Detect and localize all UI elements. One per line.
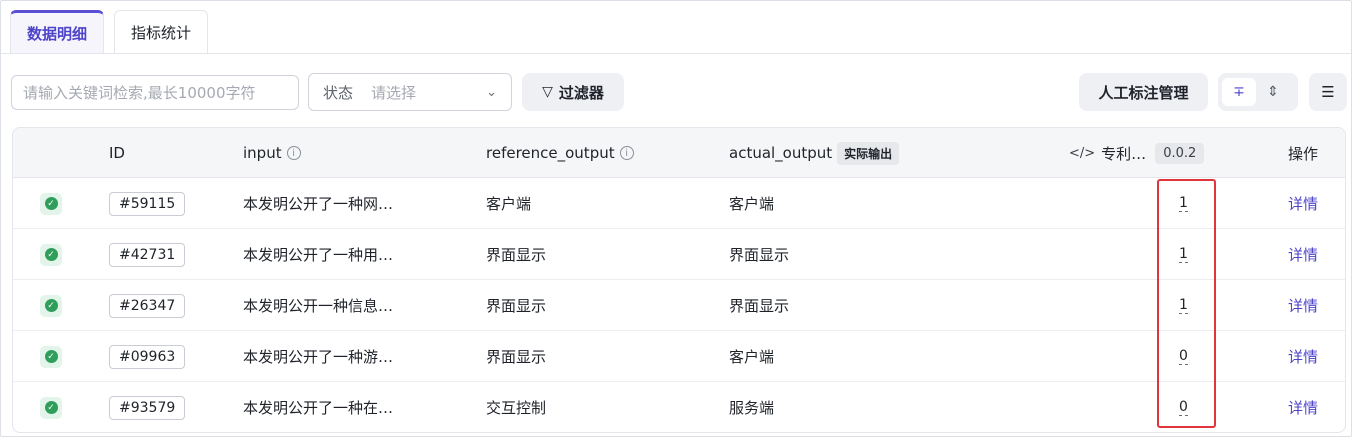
column-settings-icon: ☰ bbox=[1321, 83, 1335, 101]
header-reference-output: reference_output i bbox=[486, 128, 634, 178]
check-circle-icon: ✓ bbox=[40, 345, 62, 368]
row-input: 本发明公开了一种游… bbox=[243, 348, 394, 366]
row-reference-output: 界面显示 bbox=[486, 348, 547, 366]
row-reference-output: 客户端 bbox=[486, 195, 532, 213]
row-reference-output: 交互控制 bbox=[486, 399, 547, 417]
row-actual-output: 界面显示 bbox=[729, 297, 790, 315]
chevron-down-icon: ⌄ bbox=[486, 84, 497, 100]
row-input: 本发明公开了一种网… bbox=[243, 195, 394, 213]
tab-divider bbox=[1, 53, 1351, 54]
row-detail-link[interactable]: 详情 bbox=[1288, 346, 1318, 367]
row-id[interactable]: #93579 bbox=[109, 395, 186, 420]
column-settings-button[interactable]: ☰ bbox=[1309, 73, 1347, 111]
info-icon[interactable]: i bbox=[286, 146, 301, 160]
annotation-management-button[interactable]: 人工标注管理 bbox=[1079, 73, 1208, 111]
header-evaluator-label[interactable]: 专利… bbox=[1101, 143, 1146, 164]
row-id[interactable]: #42731 bbox=[109, 242, 186, 267]
table-row: ✓ #42731 本发明公开了一种用… 界面显示 界面显示 1 详情 bbox=[13, 229, 1345, 280]
data-table: ID input i reference_output i actual_out… bbox=[12, 127, 1346, 433]
header-actions: 操作 bbox=[1288, 144, 1319, 163]
check-circle-icon: ✓ bbox=[40, 294, 62, 317]
header-input-label: input bbox=[243, 144, 282, 162]
search-input[interactable] bbox=[11, 75, 299, 110]
row-reference-output: 界面显示 bbox=[486, 297, 547, 315]
tab-metrics[interactable]: 指标统计 bbox=[114, 10, 209, 54]
row-density-toggle: ∓ ⇕ bbox=[1218, 73, 1298, 111]
row-score[interactable]: 0 bbox=[1179, 348, 1188, 365]
check-circle-icon: ✓ bbox=[40, 192, 62, 215]
row-status: ✓ bbox=[40, 382, 62, 432]
row-score[interactable]: 1 bbox=[1179, 246, 1188, 263]
table-row: ✓ #09963 本发明公开了一种游… 界面显示 客户端 0 详情 bbox=[13, 331, 1345, 382]
expand-icon[interactable]: ⇕ bbox=[1256, 78, 1290, 106]
row-input: 本发明公开了一种用… bbox=[243, 246, 394, 264]
row-actual-output: 服务端 bbox=[729, 399, 775, 417]
check-circle-icon: ✓ bbox=[40, 396, 62, 419]
row-status: ✓ bbox=[40, 280, 62, 331]
table-row: ✓ #59115 本发明公开了一种网… 客户端 客户端 1 详情 bbox=[13, 178, 1345, 229]
row-actual-output: 界面显示 bbox=[729, 246, 790, 264]
info-icon[interactable]: i bbox=[619, 146, 634, 160]
row-reference-output: 界面显示 bbox=[486, 246, 547, 264]
collapse-icon[interactable]: ∓ bbox=[1222, 78, 1256, 106]
header-actual-output-label: actual_output bbox=[729, 144, 833, 162]
row-detail-link[interactable]: 详情 bbox=[1288, 397, 1318, 418]
check-circle-icon: ✓ bbox=[40, 243, 62, 266]
tab-data-detail[interactable]: 数据明细 bbox=[10, 10, 105, 54]
row-actual-output: 客户端 bbox=[729, 195, 775, 213]
tab-bar: 数据明细 指标统计 bbox=[10, 10, 218, 54]
row-id[interactable]: #59115 bbox=[109, 191, 186, 216]
table-row: ✓ #93579 本发明公开了一种在… 交互控制 服务端 0 详情 bbox=[13, 382, 1345, 432]
row-status: ✓ bbox=[40, 178, 62, 229]
filter-button-label: 过滤器 bbox=[558, 83, 604, 102]
row-detail-link[interactable]: 详情 bbox=[1288, 295, 1318, 316]
table-row: ✓ #26347 本发明公开一种信息… 界面显示 界面显示 1 详情 bbox=[13, 280, 1345, 331]
evaluator-version-tag: 0.0.2 bbox=[1155, 142, 1205, 164]
status-select[interactable]: 状态 请选择 ⌄ bbox=[308, 73, 512, 111]
status-label: 状态 bbox=[323, 83, 354, 102]
filter-button[interactable]: ▽ 过滤器 bbox=[522, 73, 624, 111]
filter-icon: ▽ bbox=[542, 84, 553, 100]
code-icon: </> bbox=[1069, 145, 1096, 161]
row-score[interactable]: 1 bbox=[1179, 195, 1188, 212]
row-input: 本发明公开一种信息… bbox=[243, 297, 394, 315]
header-id: ID bbox=[109, 144, 125, 162]
row-id[interactable]: #09963 bbox=[109, 344, 186, 369]
row-score[interactable]: 0 bbox=[1179, 399, 1188, 416]
row-id[interactable]: #26347 bbox=[109, 293, 186, 318]
header-input: input i bbox=[243, 128, 301, 178]
table-header: ID input i reference_output i actual_out… bbox=[13, 128, 1345, 178]
row-detail-link[interactable]: 详情 bbox=[1288, 193, 1318, 214]
status-placeholder: 请选择 bbox=[371, 83, 417, 102]
header-reference-output-label: reference_output bbox=[486, 144, 615, 162]
header-evaluator: </> 专利… 0.0.2 bbox=[1069, 128, 1205, 178]
row-detail-link[interactable]: 详情 bbox=[1288, 244, 1318, 265]
row-status: ✓ bbox=[40, 229, 62, 280]
header-actual-output: actual_output 实际输出 bbox=[729, 128, 900, 178]
row-actual-output: 客户端 bbox=[729, 348, 775, 366]
row-input: 本发明公开了一种在… bbox=[243, 399, 394, 417]
row-status: ✓ bbox=[40, 331, 62, 382]
actual-output-tag: 实际输出 bbox=[837, 141, 900, 165]
row-score[interactable]: 1 bbox=[1179, 297, 1188, 314]
